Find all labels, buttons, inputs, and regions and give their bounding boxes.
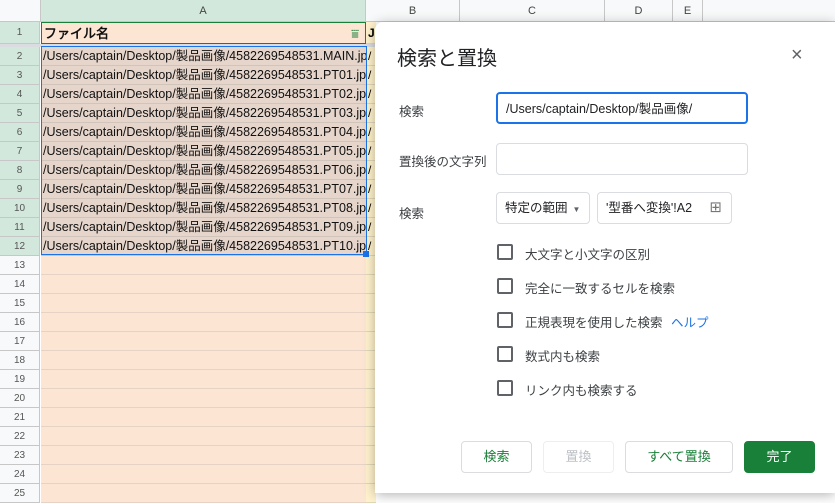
option-checkbox[interactable] — [497, 380, 513, 396]
row-header[interactable]: 11 — [0, 218, 40, 237]
option-checkbox[interactable] — [497, 278, 513, 294]
filter-icon[interactable]: ⩸ — [351, 23, 359, 43]
table-cell[interactable]: /Users/captain/Desktop/製品画像/458226954853… — [41, 142, 366, 161]
row-header[interactable]: 18 — [0, 351, 40, 370]
row-header[interactable]: 17 — [0, 332, 40, 351]
row-header[interactable]: 4 — [0, 85, 40, 104]
row-header[interactable]: 15 — [0, 294, 40, 313]
table-cell[interactable]: /Users/captain/Desktop/製品画像/458226954853… — [41, 161, 366, 180]
table-cell[interactable] — [41, 408, 366, 427]
column-header-filler — [703, 0, 835, 22]
close-icon[interactable]: × — [791, 44, 803, 67]
table-cell[interactable]: /Users/captain/Desktop/製品画像/458226954853… — [41, 237, 366, 256]
replace-label: 置換後の文字列 — [399, 155, 487, 169]
row-header[interactable]: 7 — [0, 142, 40, 161]
table-cell[interactable]: /Users/captain/Desktop/製品画像/458226954853… — [41, 123, 366, 142]
column-header-b[interactable]: B — [366, 0, 460, 22]
fill-handle[interactable] — [363, 251, 369, 257]
row-header[interactable]: 3 — [0, 66, 40, 85]
row-header[interactable]: 12 — [0, 237, 40, 256]
row-header[interactable]: 8 — [0, 161, 40, 180]
table-cell[interactable] — [41, 446, 366, 465]
chevron-down-icon: ▼ — [572, 205, 581, 214]
scope-label: 検索 — [399, 207, 425, 221]
table-cell[interactable] — [41, 313, 366, 332]
replace-all-button[interactable]: すべて置換 — [625, 441, 733, 473]
row-header[interactable]: 23 — [0, 446, 40, 465]
table-cell[interactable] — [41, 389, 366, 408]
row-header[interactable]: 19 — [0, 370, 40, 389]
dialog-title: 検索と置換 — [397, 48, 497, 70]
row-header[interactable]: 25 — [0, 484, 40, 503]
option-label: 完全に一致するセルを検索 — [525, 282, 676, 296]
row-header[interactable]: 24 — [0, 465, 40, 484]
column-header-c[interactable]: C — [460, 0, 605, 22]
table-cell[interactable]: /Users/captain/Desktop/製品画像/458226954853… — [41, 85, 366, 104]
grid-select-icon[interactable]: ⊞ — [709, 193, 722, 223]
header-cell-text: ファイル名 — [44, 26, 110, 41]
table-cell[interactable]: /Users/captain/Desktop/製品画像/458226954853… — [41, 199, 366, 218]
row-header[interactable]: 10 — [0, 199, 40, 218]
option-checkbox[interactable] — [497, 312, 513, 328]
row-header[interactable]: 20 — [0, 389, 40, 408]
table-cell[interactable] — [41, 370, 366, 389]
option-checkbox[interactable] — [497, 244, 513, 260]
column-header-a[interactable]: A — [41, 0, 366, 22]
table-cell[interactable] — [41, 427, 366, 446]
find-label: 検索 — [399, 105, 425, 119]
row-header[interactable]: 14 — [0, 275, 40, 294]
row-header[interactable]: 5 — [0, 104, 40, 123]
replace-button[interactable]: 置換 — [543, 441, 614, 473]
header-cell[interactable]: ファイル名 ⩸ — [41, 22, 366, 44]
table-cell[interactable] — [41, 351, 366, 370]
row-header[interactable]: 2 — [0, 47, 40, 66]
row-header[interactable]: 22 — [0, 427, 40, 446]
range-value: '型番へ変換'!A2 — [606, 201, 693, 215]
row-header[interactable]: 21 — [0, 408, 40, 427]
scope-dropdown[interactable]: 特定の範囲 ▼ — [496, 192, 590, 224]
replace-input[interactable] — [496, 143, 748, 175]
option-label: 数式内も検索 — [525, 350, 601, 364]
table-cell[interactable]: /Users/captain/Desktop/製品画像/458226954853… — [41, 47, 366, 66]
find-input[interactable]: /Users/captain/Desktop/製品画像/ — [496, 92, 748, 124]
table-cell[interactable] — [41, 332, 366, 351]
scope-value: 特定の範囲 — [505, 201, 568, 215]
table-cell[interactable]: /Users/captain/Desktop/製品画像/458226954853… — [41, 66, 366, 85]
table-cell[interactable]: /Users/captain/Desktop/製品画像/458226954853… — [41, 180, 366, 199]
option-label: 正規表現を使用した検索 — [525, 316, 663, 330]
select-all-corner[interactable] — [0, 0, 41, 22]
row-header[interactable]: 6 — [0, 123, 40, 142]
find-replace-dialog: 検索と置換 × 検索 /Users/captain/Desktop/製品画像/ … — [375, 22, 835, 493]
column-header-d[interactable]: D — [605, 0, 673, 22]
range-input[interactable]: '型番へ変換'!A2 ⊞ — [597, 192, 732, 224]
table-cell[interactable] — [41, 294, 366, 313]
row-header[interactable]: 13 — [0, 256, 40, 275]
option-label: リンク内も検索する — [525, 384, 638, 398]
table-cell[interactable] — [41, 256, 366, 275]
row-header[interactable]: 1 — [0, 22, 40, 44]
column-header-e[interactable]: E — [673, 0, 703, 22]
table-cell[interactable] — [41, 484, 366, 503]
row-header[interactable]: 16 — [0, 313, 40, 332]
row-header[interactable]: 9 — [0, 180, 40, 199]
table-cell[interactable]: /Users/captain/Desktop/製品画像/458226954853… — [41, 104, 366, 123]
table-cell[interactable]: /Users/captain/Desktop/製品画像/458226954853… — [41, 218, 366, 237]
help-link[interactable]: ヘルプ — [671, 312, 709, 331]
table-cell[interactable] — [41, 275, 366, 294]
find-button[interactable]: 検索 — [461, 441, 532, 473]
option-checkbox[interactable] — [497, 346, 513, 362]
done-button[interactable]: 完了 — [744, 441, 815, 473]
table-cell[interactable] — [41, 465, 366, 484]
option-label: 大文字と小文字の区別 — [525, 248, 651, 262]
